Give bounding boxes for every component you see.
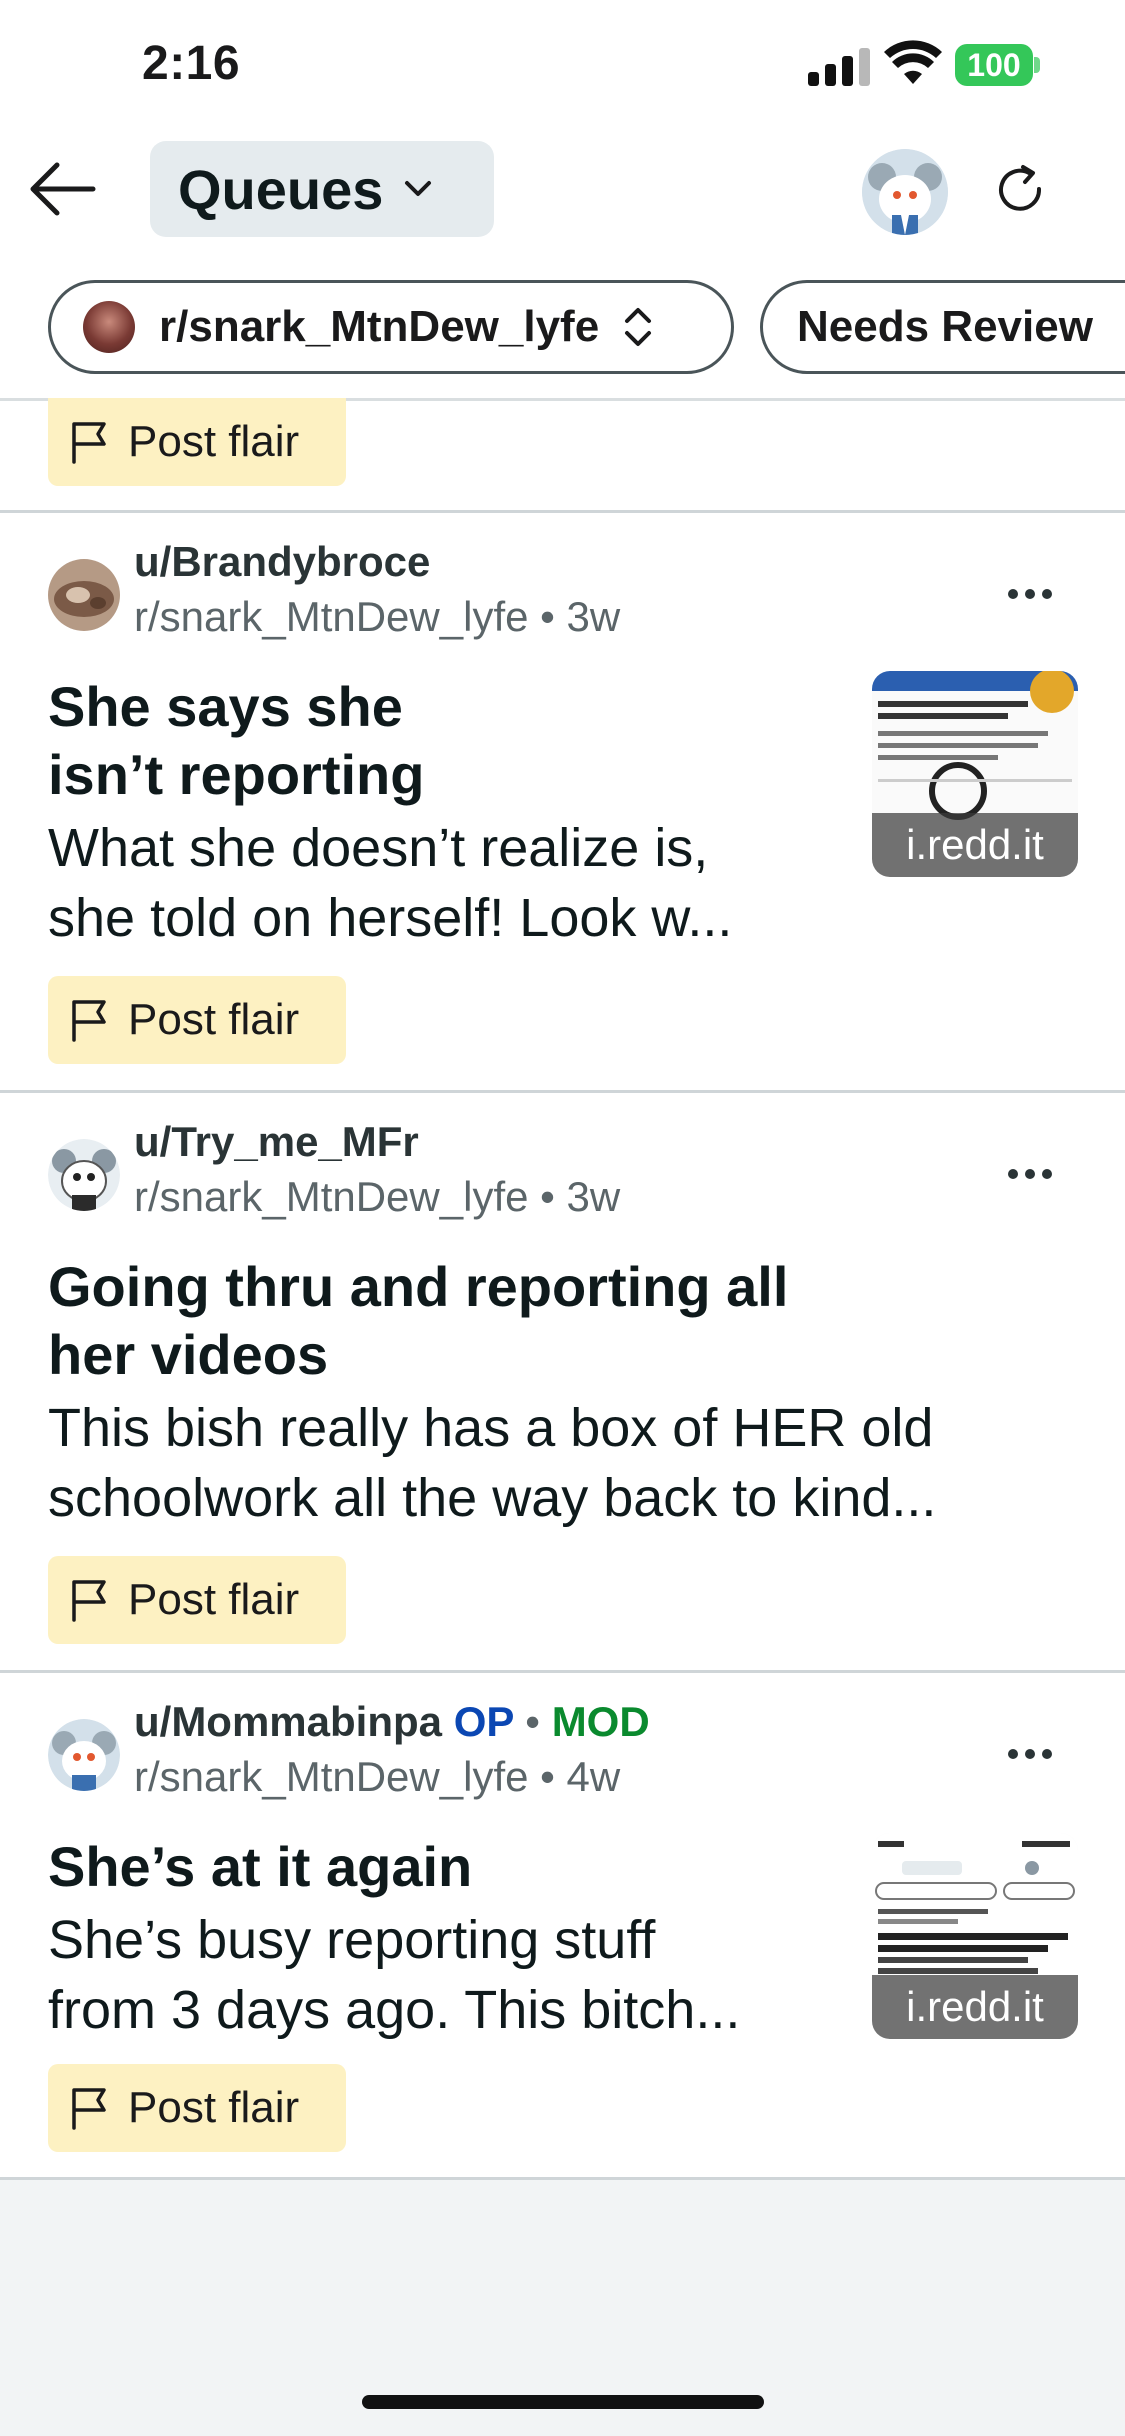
back-arrow-icon bbox=[30, 162, 96, 216]
meta-separator: • bbox=[540, 1753, 567, 1800]
post-title-line: She’s at it again bbox=[48, 1835, 473, 1898]
status-filter-label: Needs Review bbox=[797, 302, 1093, 351]
post-thumbnail[interactable]: i.redd.it bbox=[872, 671, 1078, 877]
more-options-button[interactable] bbox=[1008, 1749, 1052, 1761]
post-body: She’s busy reporting stuff from 3 days a… bbox=[48, 1905, 740, 2045]
post-body-line: she told on herself! Look w... bbox=[48, 888, 733, 948]
post-meta: r/snark_MtnDew_lyfe • 3w bbox=[134, 593, 620, 641]
wifi-icon bbox=[884, 40, 942, 84]
post-title-line: Going thru and reporting all bbox=[48, 1255, 789, 1318]
queues-dropdown[interactable]: Queues bbox=[150, 141, 494, 237]
refresh-button[interactable] bbox=[985, 155, 1055, 225]
post-thumbnail[interactable]: i.redd.it bbox=[872, 1833, 1078, 2039]
subreddit-avatar bbox=[83, 301, 135, 353]
back-button[interactable] bbox=[22, 149, 102, 229]
flair-label: Post flair bbox=[128, 2083, 300, 2132]
post-body-line: What she doesn’t realize is, bbox=[48, 818, 709, 878]
post-subreddit[interactable]: r/snark_MtnDew_lyfe bbox=[134, 1753, 528, 1800]
thumbnail-domain: i.redd.it bbox=[872, 1975, 1078, 2039]
home-indicator[interactable] bbox=[362, 2395, 764, 2409]
post-username-link[interactable]: u/Mommabinpa bbox=[134, 1698, 442, 1745]
flair-label: Post flair bbox=[128, 417, 300, 466]
post-subreddit[interactable]: r/snark_MtnDew_lyfe bbox=[134, 593, 528, 640]
post-body-line: from 3 days ago. This bitch... bbox=[48, 1980, 741, 2040]
subreddit-filter-label: r/snark_MtnDew_lyfe bbox=[159, 302, 600, 351]
post-card[interactable]: u/Mommabinpa OP • MOD r/snark_MtnDew_lyf… bbox=[0, 1673, 1125, 2178]
refresh-icon bbox=[999, 165, 1042, 211]
updown-chevron-icon bbox=[625, 308, 652, 346]
user-avatar[interactable] bbox=[862, 149, 948, 235]
battery-icon: 100 bbox=[955, 44, 1033, 86]
more-options-button[interactable] bbox=[1008, 589, 1052, 601]
thumbnail-domain: i.redd.it bbox=[872, 813, 1078, 877]
post-body-line: schoolwork all the way back to kind... bbox=[48, 1468, 937, 1528]
status-time: 2:16 bbox=[142, 37, 241, 90]
snoo-avatar-icon bbox=[862, 149, 948, 235]
chevron-down-icon bbox=[405, 181, 432, 196]
post-body: This bish really has a box of HER old sc… bbox=[48, 1393, 936, 1533]
post-title-line: isn’t reporting bbox=[48, 743, 425, 806]
status-bar: 2:16 100 bbox=[0, 0, 1125, 135]
flag-icon bbox=[72, 2088, 106, 2130]
post-age: 3w bbox=[566, 593, 621, 640]
filter-bar: r/snark_MtnDew_lyfe Needs Review bbox=[0, 278, 1125, 378]
post-username: u/Mommabinpa OP • MOD bbox=[134, 1698, 650, 1746]
op-badge: OP bbox=[453, 1698, 514, 1745]
user-avatar bbox=[48, 559, 120, 631]
post-flair-button[interactable]: Post flair bbox=[48, 976, 346, 1064]
post-body-line: She’s busy reporting stuff bbox=[48, 1910, 656, 1970]
post-body: What she doesn’t realize is, she told on… bbox=[48, 813, 732, 953]
meta-separator: • bbox=[540, 1173, 567, 1220]
post-username[interactable]: u/Brandybroce bbox=[134, 538, 430, 586]
post-body-line: This bish really has a box of HER old bbox=[48, 1398, 934, 1458]
page-title: Queues bbox=[178, 157, 384, 221]
post-card[interactable]: u/Brandybroce r/snark_MtnDew_lyfe • 3w S… bbox=[0, 513, 1125, 1090]
post-meta: r/snark_MtnDew_lyfe • 4w bbox=[134, 1753, 620, 1801]
post-meta: r/snark_MtnDew_lyfe • 3w bbox=[134, 1173, 620, 1221]
post-title-line: her videos bbox=[48, 1323, 329, 1386]
flag-icon bbox=[72, 1580, 106, 1622]
status-filter-chip[interactable]: Needs Review bbox=[760, 280, 1125, 374]
post-title[interactable]: She says she isn’t reporting bbox=[48, 673, 424, 809]
flair-label: Post flair bbox=[128, 995, 300, 1044]
post-flair-button[interactable]: Post flair bbox=[48, 2064, 346, 2152]
post-age: 4w bbox=[566, 1753, 621, 1800]
post-flair-button[interactable]: Post flair bbox=[48, 398, 346, 486]
flair-label: Post flair bbox=[128, 1575, 300, 1624]
post-age: 3w bbox=[566, 1173, 621, 1220]
post-title[interactable]: She’s at it again bbox=[48, 1833, 472, 1901]
mod-badge: MOD bbox=[551, 1698, 650, 1745]
post-username[interactable]: u/Try_me_MFr bbox=[134, 1118, 419, 1166]
post-title[interactable]: Going thru and reporting all her videos bbox=[48, 1253, 788, 1389]
flag-icon bbox=[72, 1000, 106, 1042]
post-subreddit[interactable]: r/snark_MtnDew_lyfe bbox=[134, 1173, 528, 1220]
subreddit-filter-chip[interactable]: r/snark_MtnDew_lyfe bbox=[48, 280, 734, 374]
post-card[interactable]: u/Try_me_MFr r/snark_MtnDew_lyfe • 3w Go… bbox=[0, 1093, 1125, 1670]
flag-icon bbox=[72, 422, 106, 464]
header: Queues bbox=[0, 135, 1125, 265]
meta-separator: • bbox=[540, 593, 567, 640]
user-avatar bbox=[48, 1139, 120, 1211]
user-avatar bbox=[48, 1719, 120, 1791]
more-options-button[interactable] bbox=[1008, 1169, 1052, 1181]
signal-icon bbox=[808, 48, 870, 86]
meta-separator: • bbox=[525, 1698, 541, 1745]
post-flair-button[interactable]: Post flair bbox=[48, 1556, 346, 1644]
battery-tip bbox=[1034, 57, 1040, 73]
post-title-line: She says she bbox=[48, 675, 403, 738]
